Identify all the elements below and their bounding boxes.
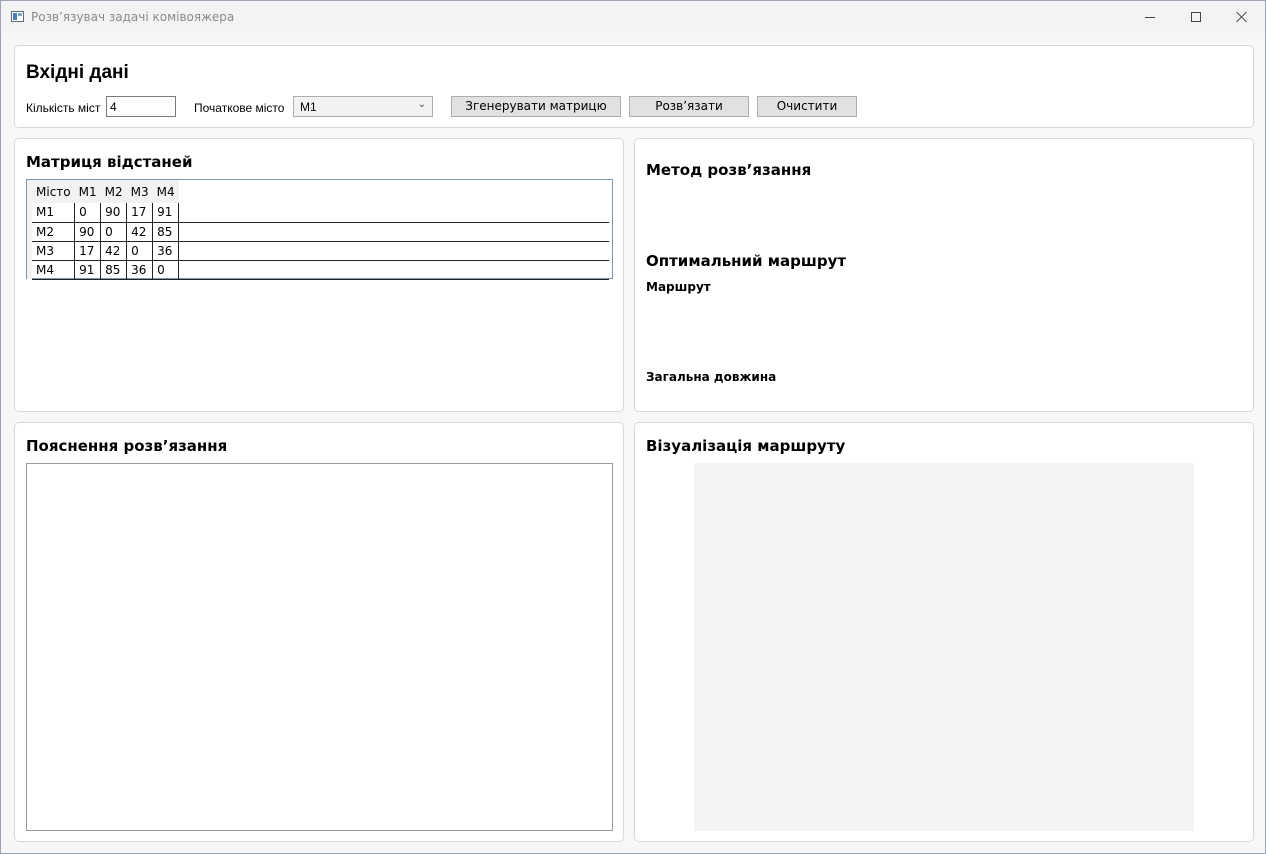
table-cell[interactable]: M2: [32, 222, 76, 242]
distance-grid[interactable]: Місто M1 M2 M3 M4 M1 0 90 17 91 M2 90 0 …: [26, 179, 613, 280]
row-filler: [178, 222, 609, 242]
table-cell[interactable]: 0: [74, 203, 102, 223]
visualization-panel: Візуалізація маршруту: [634, 422, 1254, 842]
matrix-panel: Матриця відстаней Місто M1 M2 M3 M4 M1 0…: [14, 138, 624, 412]
table-row: M2 90 0 42 85: [27, 222, 609, 242]
maximize-button[interactable]: [1173, 1, 1219, 33]
table-cell[interactable]: 90: [74, 222, 102, 242]
route-label: Маршрут: [646, 280, 711, 294]
method-heading: Метод розв’язання: [646, 161, 812, 179]
explanation-textbox[interactable]: [26, 463, 613, 831]
client-area: Вхідні дані Кількість міст Початкове міс…: [1, 33, 1265, 853]
table-cell[interactable]: 85: [100, 260, 128, 280]
route-heading: Оптимальний маршрут: [646, 252, 847, 270]
explanation-panel: Пояснення розв’язання: [14, 422, 624, 842]
result-panel: Метод розв’язання Оптимальний маршрут Ма…: [634, 138, 1254, 412]
generate-matrix-button[interactable]: Згенерувати матрицю: [451, 96, 621, 117]
visualization-heading: Візуалізація маршруту: [646, 437, 846, 455]
solve-button[interactable]: Розв’язати: [629, 96, 749, 117]
maximize-icon: [1191, 12, 1201, 22]
table-cell[interactable]: 17: [126, 203, 154, 223]
table-cell[interactable]: M4: [32, 260, 76, 280]
start-city-label: Початкове місто: [194, 101, 285, 115]
window-title: Розв’язувач задачі комівояжера: [31, 10, 235, 24]
minimize-icon: [1145, 16, 1155, 18]
table-cell[interactable]: 91: [74, 260, 102, 280]
close-button[interactable]: [1219, 1, 1265, 33]
table-cell[interactable]: 0: [100, 222, 128, 242]
table-cell[interactable]: 36: [152, 241, 180, 261]
table-cell[interactable]: 0: [152, 260, 180, 280]
close-icon: [1236, 11, 1248, 23]
table-cell[interactable]: 42: [126, 222, 154, 242]
city-count-label: Кількість міст: [26, 101, 101, 115]
total-length-label: Загальна довжина: [646, 370, 777, 384]
matrix-heading: Матриця відстаней: [26, 153, 193, 171]
table-cell[interactable]: M1: [32, 203, 76, 223]
table-cell[interactable]: 36: [126, 260, 154, 280]
grid-header-row: Місто M1 M2 M3 M4: [27, 180, 609, 203]
minimize-button[interactable]: [1127, 1, 1173, 33]
table-cell[interactable]: M3: [32, 241, 76, 261]
table-row: M4 91 85 36 0: [27, 260, 609, 280]
table-cell[interactable]: 17: [74, 241, 102, 261]
table-cell[interactable]: 91: [152, 203, 180, 223]
app-window: Розв’язувач задачі комівояжера Вхідні да…: [0, 0, 1266, 854]
start-city-select[interactable]: M1 ⌄: [293, 96, 433, 117]
table-cell[interactable]: 42: [100, 241, 128, 261]
clear-button[interactable]: Очистити: [757, 96, 857, 117]
table-cell[interactable]: 90: [100, 203, 128, 223]
explanation-heading: Пояснення розв’язання: [26, 437, 228, 455]
row-filler: [178, 241, 609, 261]
table-cell[interactable]: 0: [126, 241, 154, 261]
start-city-value: M1: [300, 100, 317, 114]
table-cell[interactable]: 85: [152, 222, 180, 242]
table-row: M1 0 90 17 91: [27, 203, 609, 223]
row-filler: [178, 203, 609, 223]
chevron-down-icon: ⌄: [417, 99, 426, 110]
city-count-input[interactable]: [106, 96, 176, 117]
input-panel: Вхідні дані Кількість міст Початкове міс…: [14, 45, 1254, 128]
column-header[interactable]: M1: [74, 180, 101, 203]
table-row: M3 17 42 0 36: [27, 241, 609, 261]
input-heading: Вхідні дані: [26, 62, 129, 83]
route-canvas: [694, 463, 1194, 831]
row-filler: [178, 260, 609, 280]
column-header[interactable]: M2: [100, 180, 127, 203]
column-header[interactable]: M4: [152, 180, 179, 203]
column-header[interactable]: M3: [126, 180, 153, 203]
column-header[interactable]: Місто: [32, 180, 75, 203]
title-bar: Розв’язувач задачі комівояжера: [1, 1, 1265, 33]
app-icon: [11, 11, 24, 22]
